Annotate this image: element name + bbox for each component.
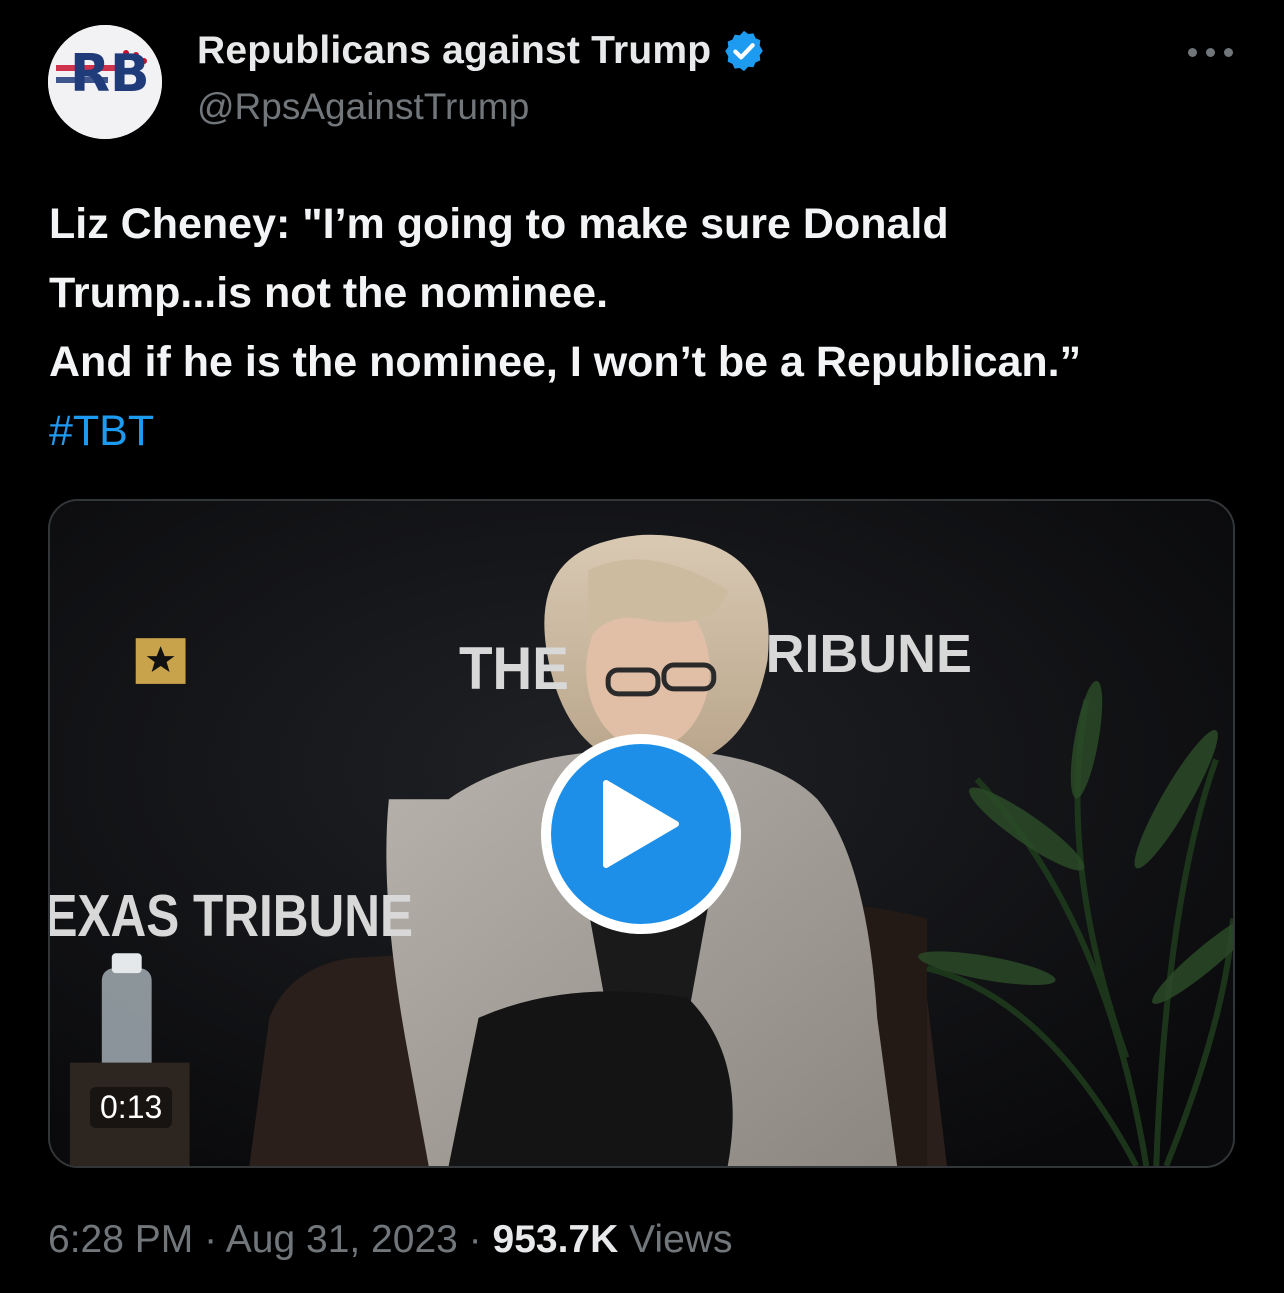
author-display-name[interactable]: Republicans against Trump	[197, 29, 711, 73]
author-name-row[interactable]: Republicans against Trump	[197, 28, 767, 74]
views-count[interactable]: 953.7K	[493, 1218, 619, 1261]
tweet-date[interactable]: Aug 31, 2023	[226, 1218, 458, 1261]
tweet-text-line: And if he is the nominee, I won’t be a R…	[49, 338, 1082, 386]
backdrop-text-the: THE	[459, 635, 569, 702]
meta-separator: ·	[204, 1218, 218, 1261]
video-player[interactable]: THE RIBUNE EXAS TRIBUNE 0:13	[48, 499, 1235, 1168]
views-label: Views	[629, 1218, 733, 1261]
avatar-logo-text: RB	[70, 44, 150, 104]
hashtag-link[interactable]: #TBT	[49, 397, 154, 466]
tweet-time[interactable]: 6:28 PM	[48, 1218, 193, 1261]
backdrop-text-texas-tribune: EXAS TRIBUNE	[50, 883, 413, 949]
tweet-meta: 6:28 PM · Aug 31, 2023 · 953.7K Views	[48, 1218, 732, 1262]
author-handle[interactable]: @RpsAgainstTrump	[197, 86, 529, 128]
avatar-logo: RB	[48, 25, 162, 139]
tweet-text-line: Trump...is not the nominee.	[49, 269, 609, 317]
avatar[interactable]: RB	[48, 25, 162, 139]
tweet-text: Liz Cheney: "I’m going to make sure Dona…	[49, 190, 1249, 397]
more-options-icon[interactable]	[1188, 38, 1234, 68]
play-button[interactable]	[541, 734, 741, 934]
verified-badge-icon	[721, 28, 767, 74]
meta-separator: ·	[468, 1218, 482, 1261]
video-duration: 0:13	[90, 1087, 173, 1128]
backdrop-text-tribune: RIBUNE	[766, 624, 972, 684]
tweet-text-line: Liz Cheney: "I’m going to make sure Dona…	[49, 200, 949, 248]
play-icon	[603, 780, 679, 868]
